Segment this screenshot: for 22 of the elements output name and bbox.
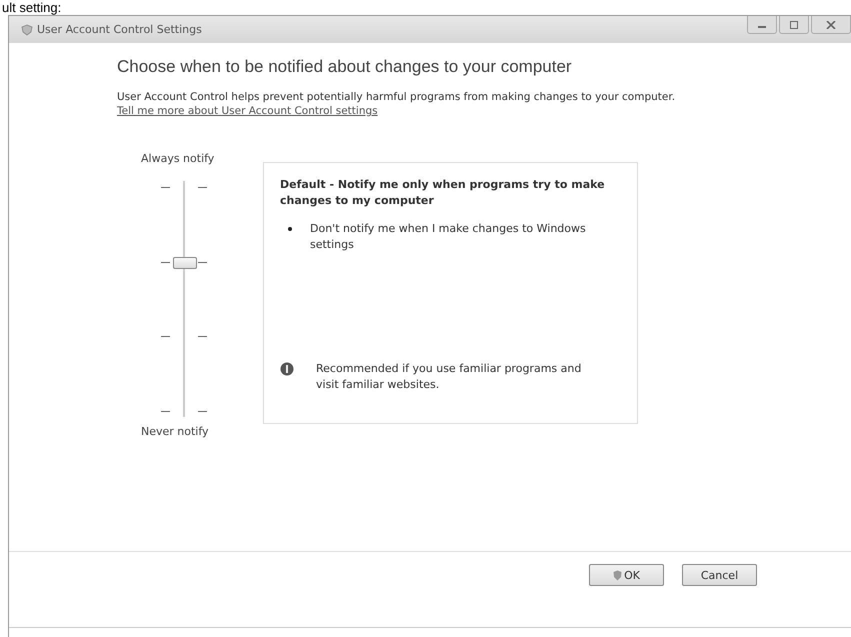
shield-icon — [613, 570, 622, 580]
window-title: User Account Control Settings — [37, 23, 202, 36]
description-text: User Account Control helps prevent potentially harmful programs from making changes to your computer. — [117, 91, 676, 103]
setting-detail: Don't notify me when I make changes to Windows settings — [310, 221, 587, 253]
maximize-button[interactable] — [779, 16, 809, 34]
page-heading: Choose when to be notified about changes to your computer — [117, 57, 573, 77]
ok-button[interactable]: OK — [589, 564, 664, 586]
bullet-icon — [288, 227, 292, 231]
slider-label: Never notify — [141, 425, 210, 438]
info-icon — [280, 362, 294, 376]
close-icon — [826, 20, 836, 28]
minimize-button[interactable] — [747, 16, 777, 34]
cancel-button[interactable]: Cancel — [682, 564, 757, 586]
recommendation-text: Recommended if you use familiar programs and visit familiar websites. — [316, 361, 582, 393]
slider-label: Always notify — [141, 152, 216, 165]
maximize-icon — [789, 20, 799, 28]
setting-title: Default - Notify me only when programs try to make changes to my computer — [280, 177, 606, 209]
shield-icon — [21, 24, 33, 36]
help-link[interactable]: Tell me more about User Account Control settings — [117, 105, 851, 117]
close-button[interactable] — [811, 16, 851, 34]
caption-text: ult setting: — [1, 0, 62, 15]
slider-thumb[interactable] — [173, 256, 197, 269]
